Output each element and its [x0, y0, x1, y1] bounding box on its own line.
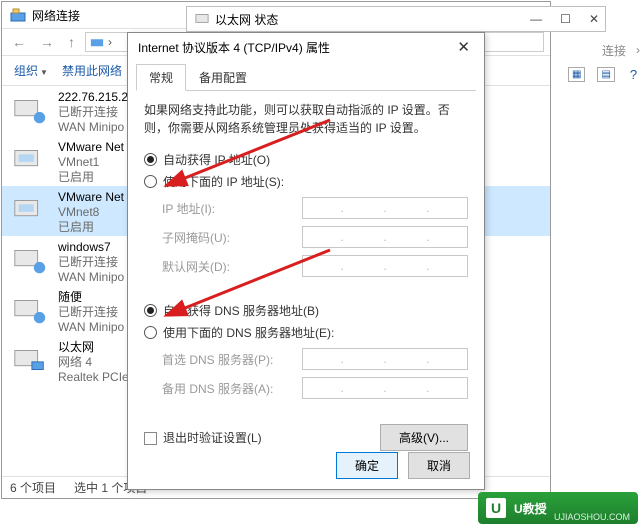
dns-fields: 首选 DNS 服务器(P):... 备用 DNS 服务器(A):... — [144, 348, 468, 412]
vmnet-icon — [10, 140, 50, 180]
radio-dns-auto[interactable]: 自动获得 DNS 服务器地址(B) — [144, 302, 468, 319]
search-fragment: 连接 › — [520, 36, 640, 64]
dns2-input: ... — [302, 377, 468, 399]
label-gateway: 默认网关(D): — [162, 258, 302, 275]
tabs: 常规 备用配置 — [136, 63, 476, 91]
tab-general[interactable]: 常规 — [136, 64, 186, 91]
status-count: 6 个项目 — [10, 479, 56, 496]
view-tiles-icon[interactable]: ▦ — [568, 67, 585, 82]
dialog-footer: 确定 取消 — [336, 452, 470, 479]
dialog-titlebar: Internet 协议版本 4 (TCP/IPv4) 属性 ✕ — [128, 33, 484, 61]
view-icons: ▦ ▤ ? — [568, 66, 640, 83]
radio-icon — [144, 304, 157, 317]
label-ip: IP 地址(I): — [162, 200, 302, 217]
radio-ip-auto[interactable]: 自动获得 IP 地址(O) — [144, 151, 468, 168]
search-label: 连接 — [602, 42, 626, 59]
label-dns1: 首选 DNS 服务器(P): — [162, 351, 302, 368]
wan-icon — [10, 90, 50, 130]
nav-forward[interactable]: → — [36, 34, 58, 50]
close-icon[interactable]: ✕ — [453, 38, 474, 56]
maximize-icon[interactable]: ☐ — [560, 12, 571, 26]
nav-back[interactable]: ← — [8, 34, 30, 50]
radio-dns-manual-label: 使用下面的 DNS 服务器地址(E): — [163, 324, 334, 341]
nav-up[interactable]: ↑ — [64, 34, 79, 50]
radio-icon — [144, 326, 157, 339]
dialog-title: Internet 协议版本 4 (TCP/IPv4) 属性 — [138, 39, 453, 56]
wan-icon — [10, 240, 50, 280]
dialog-description: 如果网络支持此功能，则可以获取自动指派的 IP 设置。否则，你需要从网络系统管理… — [144, 101, 468, 137]
cmd-disable-device[interactable]: 禁用此网络 — [62, 62, 122, 79]
label-mask: 子网掩码(U): — [162, 229, 302, 246]
ethernet-status-window: 以太网 状态 — ☐ ✕ — [186, 6, 606, 32]
address-icon — [90, 34, 104, 51]
mask-input: ... — [302, 226, 468, 248]
ethernet-status-icon — [195, 11, 209, 28]
ipv4-properties-dialog: Internet 协议版本 4 (TCP/IPv4) 属性 ✕ 常规 备用配置 … — [127, 32, 485, 490]
radio-ip-manual-label: 使用下面的 IP 地址(S): — [163, 173, 284, 190]
radio-ip-manual[interactable]: 使用下面的 IP 地址(S): — [144, 173, 468, 190]
vmnet-icon — [10, 190, 50, 230]
minimize-icon[interactable]: — — [530, 12, 542, 26]
gateway-input: ... — [302, 255, 468, 277]
ip-fields: IP 地址(I):... 子网掩码(U):... 默认网关(D):... — [144, 197, 468, 290]
tab-alternate[interactable]: 备用配置 — [186, 64, 260, 91]
cmd-organize[interactable]: 组织▼ — [14, 62, 48, 79]
checkbox-validate[interactable]: 退出时验证设置(L) — [144, 429, 262, 446]
radio-icon — [144, 153, 157, 166]
view-list-icon[interactable]: ▤ — [597, 67, 614, 82]
watermark-url: UJIAOSHOU.COM — [554, 512, 630, 522]
radio-icon — [144, 175, 157, 188]
watermark-logo-icon: U — [486, 498, 506, 518]
ethernet-icon — [10, 340, 50, 380]
watermark-brand: U教授 — [514, 500, 547, 517]
ethernet-status-title: 以太网 状态 — [215, 11, 278, 28]
radio-dns-manual[interactable]: 使用下面的 DNS 服务器地址(E): — [144, 324, 468, 341]
dialog-body: 如果网络支持此功能，则可以获取自动指派的 IP 设置。否则，你需要从网络系统管理… — [128, 91, 484, 461]
help-icon[interactable]: ? — [627, 66, 640, 83]
label-dns2: 备用 DNS 服务器(A): — [162, 380, 302, 397]
radio-dns-auto-label: 自动获得 DNS 服务器地址(B) — [163, 302, 319, 319]
ok-button[interactable]: 确定 — [336, 452, 398, 479]
checkbox-icon — [144, 432, 157, 445]
close-icon[interactable]: ✕ — [589, 12, 599, 26]
cancel-button[interactable]: 取消 — [408, 452, 470, 479]
wan-icon — [10, 290, 50, 330]
watermark: U U教授 UJIAOSHOU.COM — [478, 492, 638, 524]
radio-ip-auto-label: 自动获得 IP 地址(O) — [163, 151, 270, 168]
advanced-row: 退出时验证设置(L) 高级(V)... — [144, 424, 468, 451]
dns1-input: ... — [302, 348, 468, 370]
advanced-button[interactable]: 高级(V)... — [380, 424, 468, 451]
ip-input: ... — [302, 197, 468, 219]
network-folder-icon — [10, 7, 26, 23]
